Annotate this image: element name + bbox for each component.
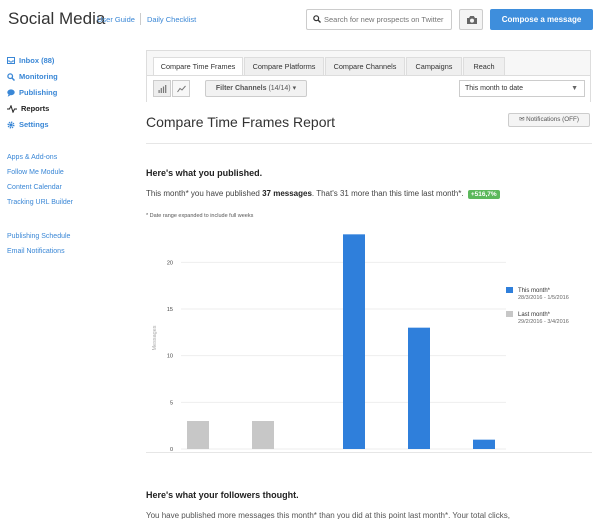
camera-icon — [467, 16, 477, 24]
top-header: Social Media User Guide Daily Checklist … — [0, 0, 600, 40]
notifications-toggle-button[interactable]: ✉ Notifications (OFF) — [508, 113, 590, 127]
bar-this-month — [408, 327, 430, 449]
date-range-select[interactable]: This month to date ▼ — [459, 80, 585, 97]
legend-swatch — [506, 287, 513, 293]
followers-summary: You have published more messages this mo… — [146, 511, 510, 519]
pulse-icon — [7, 104, 17, 113]
date-range-note: * Date range expanded to include full we… — [146, 213, 254, 219]
tab-compare-time-frames[interactable]: Compare Time Frames — [153, 57, 243, 76]
user-guide-link[interactable]: User Guide — [97, 15, 135, 24]
tab-compare-channels[interactable]: Compare Channels — [325, 57, 405, 75]
legend-series-name: Last month* — [518, 312, 551, 318]
sidebar-item-label: Settings — [19, 120, 49, 129]
email-notifications-link[interactable]: Email Notifications — [7, 248, 65, 255]
bar-this-month — [343, 234, 365, 449]
search-input[interactable] — [324, 13, 449, 26]
media-button[interactable] — [459, 9, 483, 30]
inbox-icon — [7, 57, 15, 64]
summary-text-post: . That's 31 more than this time last mon… — [311, 189, 464, 198]
envelope-icon: ✉ — [519, 116, 525, 123]
legend-series-name: This month* — [518, 288, 551, 294]
tab-campaigns[interactable]: Campaigns — [406, 57, 462, 75]
published-summary: This month* you have published 37 messag… — [146, 189, 500, 199]
bar-chart-icon — [158, 85, 167, 93]
gear-icon — [7, 121, 15, 128]
search-icon — [7, 72, 15, 81]
tracking-url-builder-link[interactable]: Tracking URL Builder — [7, 199, 73, 206]
compose-button[interactable]: Compose a message — [490, 9, 593, 30]
report-toolbar: Filter Channels (14/14) ▾ This month to … — [147, 76, 590, 102]
summary-text-pre: This month* you have published — [146, 189, 260, 198]
filter-channels-button[interactable]: Filter Channels (14/14) ▾ — [205, 80, 307, 97]
y-tick-label: 15 — [167, 307, 173, 313]
bar-last-month — [187, 421, 209, 449]
filter-label: Filter Channels — [215, 85, 267, 92]
sidebar-item-label: Inbox (88) — [19, 56, 55, 65]
daily-checklist-link[interactable]: Daily Checklist — [147, 15, 196, 24]
tab-compare-platforms[interactable]: Compare Platforms — [244, 57, 324, 75]
legend-date-range: 28/3/2016 - 1/5/2016 — [518, 295, 569, 301]
sidebar-item-settings[interactable]: Settings — [7, 119, 49, 130]
follow-me-module-link[interactable]: Follow Me Module — [7, 169, 64, 176]
bar-this-month — [473, 439, 495, 449]
sidebar-item-label: Publishing — [19, 88, 58, 97]
sidebar-item-label: Reports — [21, 104, 50, 113]
legend-date-range: 29/2/2016 - 3/4/2016 — [518, 319, 569, 325]
y-axis-label: Messages — [152, 325, 158, 350]
search-icon — [313, 15, 321, 23]
sidebar-item-label: Monitoring — [19, 72, 58, 81]
y-tick-label: 5 — [170, 400, 173, 406]
divider — [146, 452, 592, 453]
growth-badge: +516,7% — [467, 190, 500, 199]
apps-addons-link[interactable]: Apps & Add-ons — [7, 154, 57, 161]
bar-view-button[interactable] — [153, 80, 171, 97]
tab-reach[interactable]: Reach — [463, 57, 505, 75]
prospect-search[interactable] — [306, 9, 452, 30]
divider — [146, 143, 592, 144]
message-count: 37 messages — [262, 189, 312, 198]
sidebar-item-inbox[interactable]: Inbox (88) — [7, 55, 54, 66]
y-tick-label: 10 — [167, 354, 173, 360]
y-tick-label: 20 — [167, 260, 173, 266]
notifications-label: Notifications (OFF) — [526, 116, 579, 123]
page-title: Compare Time Frames Report — [146, 114, 336, 130]
bar-last-month — [252, 421, 274, 449]
content-calendar-link[interactable]: Content Calendar — [7, 184, 62, 191]
publishing-schedule-link[interactable]: Publishing Schedule — [7, 233, 70, 240]
sidebar-item-publishing[interactable]: Publishing — [7, 87, 57, 98]
legend-swatch — [506, 311, 513, 317]
report-tabs-panel: Compare Time Frames Compare Platforms Co… — [146, 50, 591, 102]
filter-count: (14/14) — [268, 85, 291, 92]
chevron-down-icon: ▾ — [292, 85, 297, 92]
date-range-value: This month to date — [465, 85, 523, 92]
messages-bar-chart: 05101520Messagesmar 28 - apr 3apr 4 - ap… — [152, 234, 569, 452]
app-title: Social Media — [8, 9, 106, 28]
followers-section-title: Here's what your followers thought. — [146, 490, 299, 500]
header-divider — [140, 13, 141, 25]
line-chart-icon — [177, 85, 186, 93]
chevron-down-icon: ▼ — [571, 85, 578, 92]
published-section-title: Here's what you published. — [146, 168, 263, 178]
sidebar-item-monitoring[interactable]: Monitoring — [7, 71, 58, 82]
line-view-button[interactable] — [172, 80, 190, 97]
sidebar-item-reports[interactable]: Reports — [7, 103, 49, 114]
speech-bubble-icon — [7, 88, 15, 97]
